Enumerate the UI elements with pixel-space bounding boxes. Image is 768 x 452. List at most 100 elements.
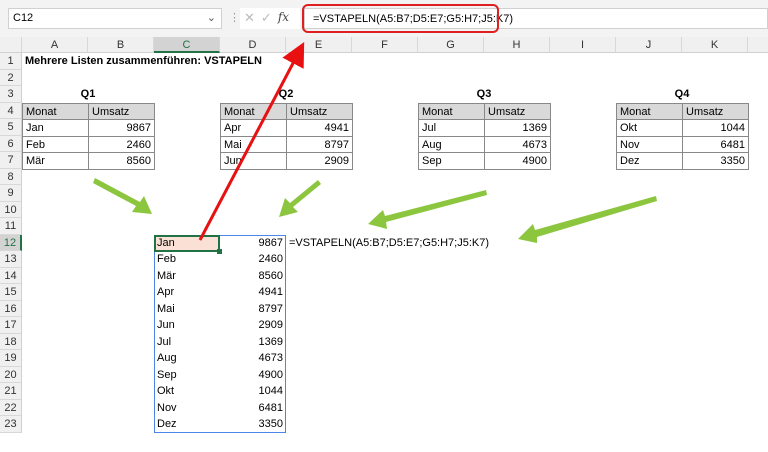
row-header-12[interactable]: 12 [0,234,22,251]
table-cell[interactable]: 9867 [88,119,155,137]
name-box[interactable]: C12 ⌄ [8,8,222,29]
row-header-17[interactable]: 17 [0,317,22,334]
table-cell[interactable]: Mär [22,152,89,170]
table-label[interactable]: Q1 [22,86,154,103]
row-header-23[interactable]: 23 [0,416,22,433]
result-cell[interactable]: 4900 [220,367,286,384]
result-cell[interactable]: Jun [154,317,220,334]
column-header-H[interactable]: H [484,37,550,53]
row-header-13[interactable]: 13 [0,251,22,268]
table-header[interactable]: Monat [616,102,683,120]
row-header-19[interactable]: 19 [0,350,22,367]
result-cell[interactable]: Jul [154,334,220,351]
table-label[interactable]: Q2 [220,86,352,103]
table-cell[interactable]: Dez [616,152,683,170]
row-header-8[interactable]: 8 [0,168,22,185]
result-cell[interactable]: Jan [154,235,220,252]
table-cell[interactable]: Feb [22,135,89,153]
row-header-21[interactable]: 21 [0,383,22,400]
enter-icon[interactable]: ✓ [261,10,272,27]
row-header-22[interactable]: 22 [0,399,22,416]
table-cell[interactable]: Jul [418,119,485,137]
table-header[interactable]: Umsatz [484,102,551,120]
row-header-5[interactable]: 5 [0,119,22,136]
table-header[interactable]: Monat [220,102,287,120]
table-cell[interactable]: 4900 [484,152,551,170]
result-cell[interactable]: Sep [154,367,220,384]
table-cell[interactable]: 2909 [286,152,353,170]
column-header-J[interactable]: J [616,37,682,53]
insert-function-icon[interactable]: fx [278,10,289,27]
result-cell[interactable]: Feb [154,251,220,268]
table-header[interactable]: Umsatz [286,102,353,120]
column-header-I[interactable]: I [550,37,616,53]
sheet-title[interactable]: Mehrere Listen zusammenführen: VSTAPELN [22,53,265,70]
result-cell[interactable]: Mai [154,301,220,318]
table-cell[interactable]: Mai [220,135,287,153]
table-cell[interactable]: Apr [220,119,287,137]
row-header-7[interactable]: 7 [0,152,22,169]
row-header-6[interactable]: 6 [0,135,22,152]
table-cell[interactable]: 8560 [88,152,155,170]
row-header-9[interactable]: 9 [0,185,22,202]
result-cell[interactable]: Apr [154,284,220,301]
select-all-corner[interactable] [0,37,22,53]
table-cell[interactable]: Okt [616,119,683,137]
row-header-14[interactable]: 14 [0,267,22,284]
column-header-E[interactable]: E [286,37,352,53]
table-cell[interactable]: 4673 [484,135,551,153]
table-cell[interactable]: 1044 [682,119,749,137]
column-header-A[interactable]: A [22,37,88,53]
column-header-F[interactable]: F [352,37,418,53]
row-header-4[interactable]: 4 [0,102,22,119]
row-header-15[interactable]: 15 [0,284,22,301]
formula-text[interactable]: =VSTAPELN(A5:B7;D5:E7;G5:H7;J5:K7) [286,235,492,252]
result-cell[interactable]: 4673 [220,350,286,367]
result-cell[interactable]: 8560 [220,268,286,285]
result-cell[interactable]: 2460 [220,251,286,268]
table-header[interactable]: Monat [22,102,89,120]
result-cell[interactable]: 1369 [220,334,286,351]
row-header-2[interactable]: 2 [0,69,22,86]
cancel-icon[interactable]: ✕ [244,10,255,27]
result-cell[interactable]: 3350 [220,416,286,433]
result-cell[interactable]: Nov [154,400,220,417]
row-header-16[interactable]: 16 [0,300,22,317]
result-cell[interactable]: 1044 [220,383,286,400]
table-cell[interactable]: 8797 [286,135,353,153]
table-cell[interactable]: Sep [418,152,485,170]
table-cell[interactable]: Aug [418,135,485,153]
table-label[interactable]: Q3 [418,86,550,103]
result-cell[interactable]: 4941 [220,284,286,301]
table-header[interactable]: Umsatz [88,102,155,120]
table-header[interactable]: Umsatz [682,102,749,120]
table-cell[interactable]: 3350 [682,152,749,170]
column-header-B[interactable]: B [88,37,154,53]
row-header-10[interactable]: 10 [0,201,22,218]
result-cell[interactable]: 8797 [220,301,286,318]
result-cell[interactable]: 6481 [220,400,286,417]
table-cell[interactable]: Jun [220,152,287,170]
row-header-11[interactable]: 11 [0,218,22,235]
row-header-20[interactable]: 20 [0,366,22,383]
table-cell[interactable]: 6481 [682,135,749,153]
row-header-18[interactable]: 18 [0,333,22,350]
result-cell[interactable]: Mär [154,268,220,285]
row-header-3[interactable]: 3 [0,86,22,103]
result-cell[interactable]: 9867 [220,235,286,252]
table-cell[interactable]: 2460 [88,135,155,153]
row-header-1[interactable]: 1 [0,53,22,70]
result-cell[interactable]: Aug [154,350,220,367]
table-cell[interactable]: Nov [616,135,683,153]
table-cell[interactable]: Jan [22,119,89,137]
result-cell[interactable]: Dez [154,416,220,433]
column-header-K[interactable]: K [682,37,748,53]
column-header-C[interactable]: C [154,37,220,53]
result-cell[interactable]: Okt [154,383,220,400]
table-label[interactable]: Q4 [616,86,748,103]
chevron-down-icon[interactable]: ⌄ [207,11,216,24]
table-header[interactable]: Monat [418,102,485,120]
table-cell[interactable]: 1369 [484,119,551,137]
column-header-G[interactable]: G [418,37,484,53]
table-cell[interactable]: 4941 [286,119,353,137]
